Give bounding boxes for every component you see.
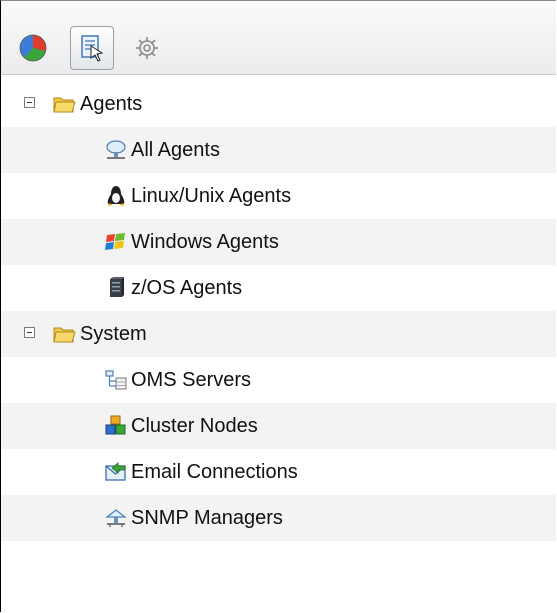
snmp-network-icon [105, 509, 127, 527]
windows-flag-icon [105, 233, 125, 250]
penguin-icon [107, 186, 125, 206]
server-tree-icon [105, 370, 127, 390]
tree-item-snmp-managers[interactable]: SNMP Managers [1, 495, 556, 541]
configure-icon [81, 35, 104, 62]
tree-item-label: z/OS Agents [131, 277, 243, 299]
tree-item-linux-unix-agents[interactable]: Linux/Unix Agents [1, 173, 556, 219]
tree-item-cluster-nodes[interactable]: Cluster Nodes [1, 403, 556, 449]
tree-item-all-agents[interactable]: All Agents [1, 127, 556, 173]
tree-group-agents[interactable]: Agents [1, 81, 556, 127]
tree-item-windows-agents[interactable]: Windows Agents [1, 219, 556, 265]
tree-item-email-connections[interactable]: Email Connections [1, 449, 556, 495]
tree-group-label: Agents [80, 93, 143, 115]
pie-chart-button[interactable] [11, 26, 55, 70]
gear-icon [136, 37, 158, 59]
tree-group-system[interactable]: System [1, 311, 556, 357]
email-arrow-icon [105, 462, 126, 481]
tree-item-label: All Agents [131, 139, 220, 161]
tree-item-label: Email Connections [131, 461, 298, 483]
pie-chart-icon [19, 34, 47, 62]
toolbar [1, 1, 556, 75]
folder-icon [53, 97, 76, 113]
tree-item-label: Linux/Unix Agents [131, 185, 292, 207]
navigation-panel: Agents All Agents Linux/Unix Agents Wind… [0, 0, 556, 612]
folder-icon [53, 327, 76, 343]
mainframe-icon [110, 277, 124, 297]
network-cloud-icon [106, 140, 126, 159]
cluster-cubes-icon [105, 415, 126, 435]
collapse-toggle-icon[interactable] [24, 327, 35, 338]
tree-item-label: OMS Servers [131, 369, 252, 391]
tree-item-label: Windows Agents [131, 231, 279, 253]
tree-item-oms-servers[interactable]: OMS Servers [1, 357, 556, 403]
collapse-toggle-icon[interactable] [24, 97, 35, 108]
tree-group-label: System [80, 323, 147, 345]
configure-button[interactable] [70, 26, 114, 70]
tree-item-label: SNMP Managers [131, 507, 283, 529]
tree-item-zos-agents[interactable]: z/OS Agents [1, 265, 556, 311]
tree-item-label: Cluster Nodes [131, 415, 258, 437]
settings-button[interactable] [125, 26, 169, 70]
